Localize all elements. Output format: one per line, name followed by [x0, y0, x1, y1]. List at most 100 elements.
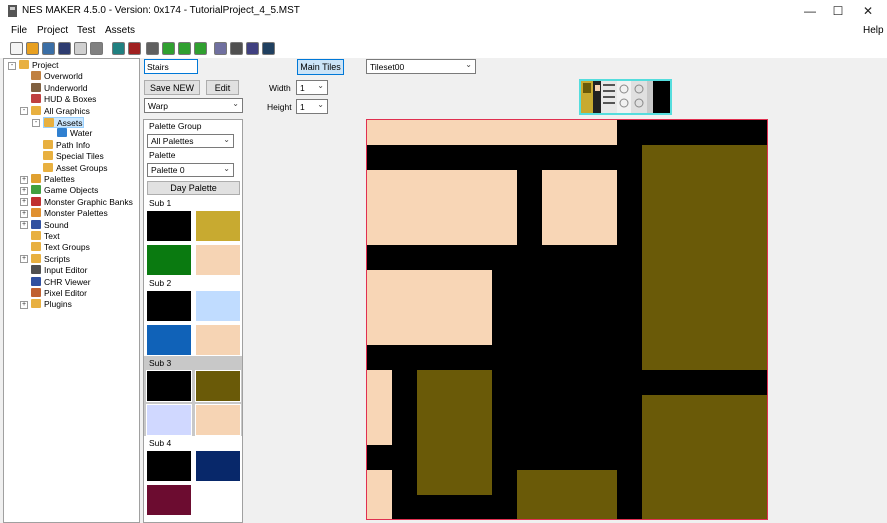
open-icon[interactable]: [26, 42, 39, 55]
tree-item-text-groups[interactable]: Text Groups: [31, 242, 90, 253]
color-swatch[interactable]: [195, 244, 241, 276]
minimize-button[interactable]: —: [795, 0, 825, 22]
tree-expander[interactable]: -: [32, 118, 40, 127]
color-swatch[interactable]: [146, 370, 192, 402]
settings-icon[interactable]: [146, 42, 159, 55]
tree-item-chr-viewer[interactable]: CHR Viewer: [31, 276, 91, 288]
save-icon[interactable]: [42, 42, 55, 55]
tree-expander[interactable]: -: [20, 107, 28, 116]
color-swatch[interactable]: [146, 404, 192, 436]
tree-item-path-info[interactable]: Path Info: [43, 139, 90, 151]
palette-select[interactable]: Palette 0 ⌄: [147, 163, 234, 177]
asset-type-select[interactable]: Warp ⌄: [144, 98, 243, 113]
tree-item-asset-groups[interactable]: Asset Groups: [43, 162, 108, 174]
save-new-button[interactable]: Save NEW: [144, 80, 200, 95]
height-select[interactable]: 1 ⌄: [296, 99, 328, 114]
maximize-button[interactable]: ☐: [823, 0, 853, 22]
tree-expander[interactable]: +: [20, 175, 28, 184]
folder-icon: [44, 118, 54, 127]
tree-item-palettes[interactable]: Palettes: [31, 174, 75, 185]
color-swatch[interactable]: [195, 404, 241, 436]
run2-icon[interactable]: [178, 42, 191, 55]
tree-item-text[interactable]: Text: [31, 231, 60, 242]
tree-item-overworld[interactable]: Overworld: [31, 71, 83, 82]
folder-icon: [43, 151, 53, 161]
menu-file[interactable]: File: [11, 25, 27, 36]
tree-item-underworld[interactable]: Underworld: [31, 82, 87, 94]
tree-item-project[interactable]: Project: [19, 60, 58, 71]
menu-project[interactable]: Project: [37, 25, 68, 36]
tree-item-scripts[interactable]: Scripts: [31, 253, 70, 265]
sub-palette-label: Sub 3: [149, 358, 172, 368]
color-swatch[interactable]: [195, 484, 241, 516]
color-swatch[interactable]: [195, 290, 241, 322]
project-tree[interactable]: - Project Overworld Underworld HUD & Boxes - A…: [3, 58, 140, 523]
tree-expander[interactable]: +: [20, 221, 28, 230]
chr-icon[interactable]: [128, 42, 141, 55]
tree-expander[interactable]: +: [20, 186, 28, 195]
sub-palette-label: Sub 2: [149, 278, 172, 288]
main-tiles-button[interactable]: Main Tiles: [297, 59, 344, 75]
asset-name-input[interactable]: Stairs: [144, 59, 198, 74]
run3-icon[interactable]: [194, 42, 207, 55]
folder-icon: [43, 139, 53, 149]
color-swatch[interactable]: [195, 370, 241, 402]
build-icon[interactable]: [214, 42, 227, 55]
tileset-value: Tileset00: [370, 61, 405, 72]
globe-icon[interactable]: [112, 42, 125, 55]
menu-help[interactable]: Help: [863, 25, 884, 36]
tree-item-special-tiles[interactable]: Special Tiles: [43, 151, 104, 162]
width-select[interactable]: 1 ⌄: [296, 80, 328, 95]
tree-expander[interactable]: +: [20, 198, 28, 207]
tree-item-plugins[interactable]: Plugins: [31, 299, 72, 310]
close-button[interactable]: ✕: [853, 0, 883, 22]
color-swatch[interactable]: [195, 324, 241, 356]
color-swatch[interactable]: [195, 450, 241, 482]
folder-icon: [31, 265, 41, 275]
tree-item-label: Project: [32, 60, 59, 70]
tree-item-hud-boxes[interactable]: HUD & Boxes: [31, 94, 96, 105]
color-swatch[interactable]: [146, 290, 192, 322]
color-swatch[interactable]: [146, 484, 192, 516]
tree-item-pixel-editor[interactable]: Pixel Editor: [31, 288, 87, 299]
tree-expander[interactable]: +: [20, 255, 28, 264]
palette-group-select[interactable]: All Palettes ⌄: [147, 134, 234, 148]
tile-block: [367, 170, 517, 245]
tree-expander[interactable]: +: [20, 300, 28, 309]
tree-item-monster-graphic-banks[interactable]: Monster Graphic Banks: [31, 196, 133, 208]
tree-item-label: Sound: [44, 219, 69, 230]
tree-item-game-objects[interactable]: Game Objects: [31, 185, 98, 196]
print-icon[interactable]: [90, 42, 103, 55]
export-icon[interactable]: [74, 42, 87, 55]
menu-test[interactable]: Test: [77, 25, 95, 36]
tree-item-label: All Graphics: [44, 105, 90, 116]
tree-item-sound[interactable]: Sound: [31, 219, 69, 231]
tileset-select[interactable]: Tileset00 ⌄: [366, 59, 476, 74]
tile-canvas[interactable]: [366, 119, 768, 520]
tree-item-monster-palettes[interactable]: Monster Palettes: [31, 208, 108, 219]
book-icon[interactable]: [262, 42, 275, 55]
tree-expander[interactable]: +: [20, 209, 28, 218]
tree-item-input-editor[interactable]: Input Editor: [31, 265, 87, 276]
folder-icon: [31, 82, 41, 92]
run-icon[interactable]: [162, 42, 175, 55]
palette-panel: Palette Group All Palettes ⌄ Palette Pal…: [143, 119, 243, 523]
width-value: 1: [300, 82, 305, 93]
tree-item-all-graphics[interactable]: All Graphics: [31, 105, 90, 117]
save-all-icon[interactable]: [58, 42, 71, 55]
tree-item-water[interactable]: Water: [57, 128, 92, 139]
color-swatch[interactable]: [146, 210, 192, 242]
day-palette-button[interactable]: Day Palette: [147, 181, 240, 195]
menu-assets[interactable]: Assets: [105, 25, 135, 36]
new-icon[interactable]: [10, 42, 23, 55]
emulator-icon[interactable]: [230, 42, 243, 55]
tree-item-label: Overworld: [44, 71, 83, 82]
tree-item-assets[interactable]: Assets: [43, 117, 84, 128]
color-swatch[interactable]: [146, 450, 192, 482]
tree-expander[interactable]: -: [8, 61, 16, 70]
color-swatch[interactable]: [146, 244, 192, 276]
disk-icon[interactable]: [246, 42, 259, 55]
color-swatch[interactable]: [146, 324, 192, 356]
color-swatch[interactable]: [195, 210, 241, 242]
edit-button[interactable]: Edit: [206, 80, 239, 95]
